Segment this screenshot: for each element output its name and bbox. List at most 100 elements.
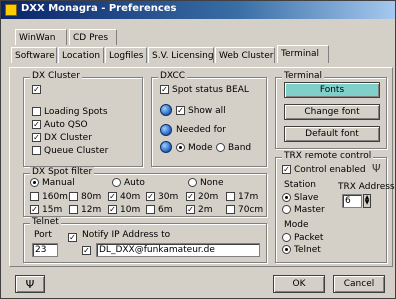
- checkbox-box: [68, 233, 77, 242]
- tab-web-cluster[interactable]: Web Cluster: [215, 47, 275, 63]
- checkbox-box: [32, 120, 41, 129]
- band-12m-checkbox[interactable]: 12m: [69, 204, 101, 215]
- filter-auto-radio[interactable]: Auto: [112, 177, 145, 188]
- master-radio[interactable]: Master: [282, 204, 325, 215]
- band-160m-checkbox[interactable]: 160m: [30, 191, 68, 202]
- checkbox-label: DX Cluster: [44, 132, 92, 143]
- checkbox-label: Control enabled: [294, 164, 366, 175]
- trx-address-label: TRX Address: [338, 182, 395, 192]
- filter-manual-radio[interactable]: Manual: [30, 177, 75, 188]
- band-70cm-checkbox[interactable]: 70cm: [226, 204, 263, 215]
- notify-ip-enable-checkbox[interactable]: [82, 245, 94, 256]
- window-title: DXX Monagra - Preferences: [21, 3, 177, 14]
- tab-sv-licensing[interactable]: S.V. Licensing: [148, 47, 214, 63]
- tab-label: WinWan: [19, 33, 56, 43]
- slave-radio[interactable]: Slave: [282, 192, 319, 203]
- tab-terminal[interactable]: Terminal: [277, 45, 329, 63]
- tab-label: Web Cluster: [219, 51, 274, 61]
- checkbox-box: [32, 133, 41, 142]
- dx-spot-filter-group: DX Spot filter Manual Auto None 160m 80m…: [23, 167, 267, 217]
- mode-label: Mode: [284, 220, 309, 230]
- checkbox-label: 160m: [42, 191, 68, 202]
- app-icon: [5, 4, 17, 16]
- show-all-checkbox[interactable]: Show all: [176, 105, 226, 116]
- radio-dot: [188, 178, 197, 187]
- globe-icon: [160, 141, 172, 153]
- checkbox-label: Queue Cluster: [44, 145, 109, 156]
- trx-address-spinner[interactable]: ▲ ▼: [363, 194, 371, 208]
- tab-label: CD Pres: [73, 33, 109, 43]
- tab-software[interactable]: Software: [11, 47, 57, 63]
- queue-cluster-checkbox[interactable]: Queue Cluster: [32, 145, 108, 156]
- checkbox-label: 70cm: [238, 204, 264, 215]
- checkbox-box: [69, 205, 78, 214]
- dx-cluster-checkbox[interactable]: DX Cluster: [32, 132, 92, 143]
- checkbox-label: 40m: [120, 191, 141, 202]
- radio-label: Mode: [188, 142, 213, 153]
- fonts-button[interactable]: Fonts: [284, 82, 380, 98]
- loading-spots-checkbox[interactable]: Loading Spots: [32, 106, 108, 117]
- band-30m-checkbox[interactable]: 30m: [146, 191, 178, 202]
- checkbox-label: 12m: [81, 204, 102, 215]
- tab-winwan[interactable]: WinWan: [15, 29, 67, 45]
- checkbox-label: 15m: [42, 204, 63, 215]
- spot-status-checkbox[interactable]: Spot status BEAL: [160, 84, 249, 95]
- band-6m-checkbox[interactable]: 6m: [146, 204, 173, 215]
- filter-none-radio[interactable]: None: [188, 177, 223, 188]
- checkbox-box: [146, 192, 155, 201]
- group-label: Terminal: [282, 71, 325, 81]
- band-10m-checkbox[interactable]: 10m: [108, 204, 140, 215]
- checkbox-box: [69, 192, 78, 201]
- change-font-button[interactable]: Change font: [284, 104, 380, 120]
- band-80m-checkbox[interactable]: 80m: [69, 191, 101, 202]
- dx-cluster-top-checkbox[interactable]: [32, 84, 44, 95]
- checkbox-box: [146, 205, 155, 214]
- checkbox-label: 30m: [158, 191, 179, 202]
- port-input[interactable]: 23: [32, 243, 58, 257]
- radio-label: Auto: [124, 177, 145, 188]
- band-20m-checkbox[interactable]: 20m: [186, 191, 218, 202]
- radio-dot: [282, 205, 291, 214]
- group-label: DX Spot filter: [30, 167, 95, 177]
- checkbox-box: [176, 106, 185, 115]
- default-font-button[interactable]: Default font: [284, 126, 380, 142]
- checkbox-box: [186, 192, 195, 201]
- radio-dot: [112, 178, 121, 187]
- trx-address-input[interactable]: 6: [342, 194, 362, 208]
- radio-label: Telnet: [294, 244, 321, 255]
- ip-address-input[interactable]: DL_DXX@funkamateur.de: [96, 243, 260, 257]
- band-17m-checkbox[interactable]: 17m: [226, 191, 258, 202]
- checkbox-label: 80m: [81, 191, 102, 202]
- radio-dot: [216, 143, 225, 152]
- tab-logfiles[interactable]: Logfiles: [105, 47, 147, 63]
- tab-cd-pres[interactable]: CD Pres: [69, 29, 117, 45]
- checkbox-label: Auto QSO: [44, 119, 88, 130]
- checkbox-box: [226, 192, 235, 201]
- checkbox-box: [186, 205, 195, 214]
- tab-label: S.V. Licensing: [152, 51, 214, 61]
- ok-button[interactable]: OK: [273, 275, 325, 293]
- control-enabled-checkbox[interactable]: Control enabled: [282, 164, 366, 175]
- packet-radio[interactable]: Packet: [282, 232, 323, 243]
- terminal-group: Terminal Fonts Change font Default font: [275, 71, 387, 149]
- band-15m-checkbox[interactable]: 15m: [30, 204, 62, 215]
- checkbox-label: Show all: [188, 105, 226, 116]
- tab-location[interactable]: Location: [58, 47, 104, 63]
- cancel-button[interactable]: Cancel: [333, 275, 385, 293]
- telnet-radio[interactable]: Telnet: [282, 244, 321, 255]
- band-radio[interactable]: Band: [216, 142, 251, 153]
- checkbox-label: 17m: [238, 191, 259, 202]
- checkbox-label: 2m: [198, 204, 213, 215]
- group-label: Telnet: [30, 217, 61, 227]
- mode-radio[interactable]: Mode: [176, 142, 213, 153]
- band-2m-checkbox[interactable]: 2m: [186, 204, 213, 215]
- radio-label: Band: [228, 142, 252, 153]
- auto-qso-checkbox[interactable]: Auto QSO: [32, 119, 88, 130]
- checkbox-label: 6m: [158, 204, 173, 215]
- group-label: DXCC: [158, 71, 188, 81]
- dxcc-group: DXCC Spot status BEAL Show all Needed fo…: [151, 71, 267, 167]
- band-40m-checkbox[interactable]: 40m: [108, 191, 140, 202]
- notify-ip-checkbox[interactable]: [68, 232, 80, 243]
- trx-remote-group: TRX remote control Control enabled Ψ Sta…: [275, 151, 395, 263]
- help-button[interactable]: Ψ: [15, 275, 45, 293]
